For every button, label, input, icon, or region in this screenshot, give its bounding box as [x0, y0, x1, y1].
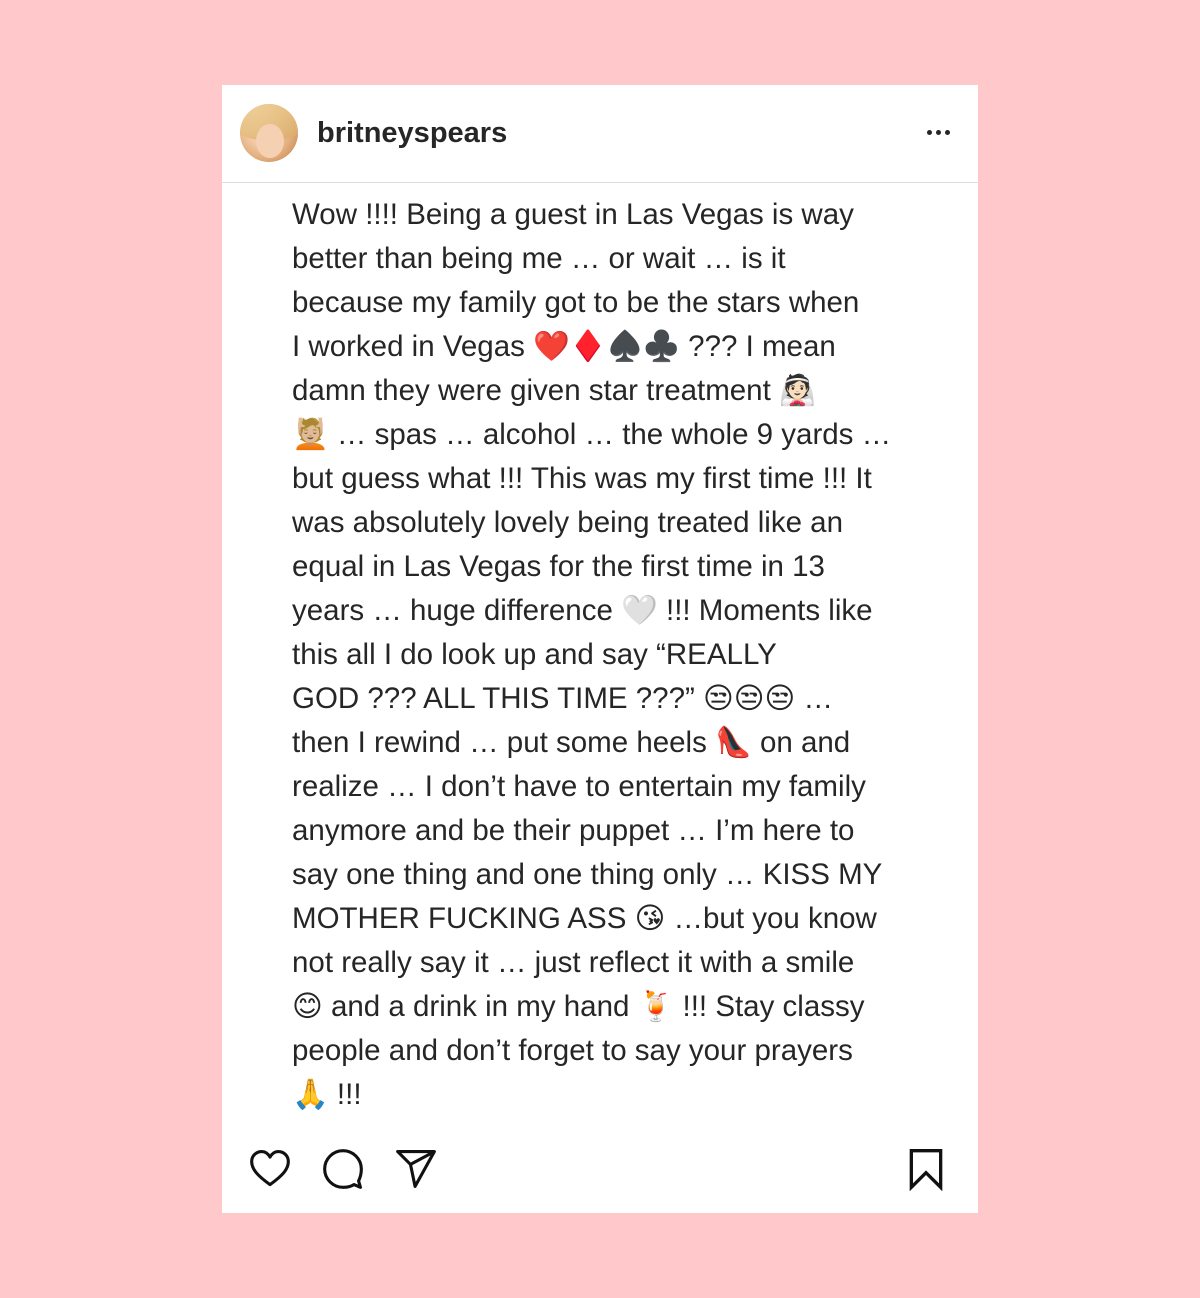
more-dot	[935, 129, 941, 135]
share-button[interactable]	[392, 1145, 440, 1193]
more-dot	[944, 129, 950, 135]
caption-line: was absolutely lovely being treated like…	[292, 506, 843, 539]
comment-icon	[323, 1149, 363, 1189]
caption-line: but guess what !!! This was my first tim…	[292, 462, 872, 495]
caption-line: 😊 and a drink in my hand 🍹 !!! Stay clas…	[292, 990, 865, 1023]
caption-line: then I rewind … put some heels 👠 on and	[292, 726, 851, 759]
caption-line: MOTHER FUCKING ASS 😘 …but you know	[292, 902, 877, 935]
caption-line: 💆🏼 … spas … alcohol … the whole 9 yards …	[292, 418, 892, 451]
post-card: britneyspears Wow !!!! Being a guest in …	[222, 85, 978, 1213]
caption-line: GOD ??? ALL THIS TIME ???” 😒😒😒 …	[292, 682, 833, 715]
post-caption: Wow !!!! Being a guest in Las Vegas is w…	[292, 193, 912, 1117]
caption-line: say one thing and one thing only … KISS …	[292, 858, 883, 891]
caption-line: damn they were given star treatment 👰🏻	[292, 374, 816, 407]
caption-line: years … huge difference 🤍 !!! Moments li…	[292, 594, 873, 627]
more-options-icon[interactable]	[920, 117, 956, 147]
avatar[interactable]	[240, 104, 298, 162]
username[interactable]: britneyspears	[317, 116, 507, 150]
bookmark-icon	[909, 1149, 943, 1191]
caption-line: not really say it … just reflect it with…	[292, 946, 855, 979]
caption-line: Wow !!!! Being a guest in Las Vegas is w…	[292, 198, 854, 231]
post-header: britneyspears	[222, 85, 978, 183]
comment-button[interactable]	[319, 1145, 367, 1193]
caption-line: I worked in Vegas ❤️♦️♠️♣️ ??? I mean	[292, 330, 836, 363]
save-button[interactable]	[902, 1145, 950, 1193]
caption-line: people and don’t forget to say your pray…	[292, 1034, 853, 1067]
caption-line: 🙏 !!!	[292, 1078, 362, 1111]
caption-line: anymore and be their puppet … I’m here t…	[292, 814, 855, 847]
caption-line: this all I do look up and say “REALLY	[292, 638, 777, 671]
action-bar	[222, 1145, 978, 1199]
caption-line: better than being me … or wait … is it	[292, 242, 786, 275]
share-icon	[396, 1150, 436, 1188]
heart-icon	[250, 1150, 290, 1187]
caption-line: realize … I don’t have to entertain my f…	[292, 770, 866, 803]
avatar-face	[256, 124, 284, 158]
more-dot	[926, 129, 932, 135]
caption-line: because my family got to be the stars wh…	[292, 286, 860, 319]
like-button[interactable]	[246, 1145, 294, 1193]
caption-line: equal in Las Vegas for the first time in…	[292, 550, 825, 583]
